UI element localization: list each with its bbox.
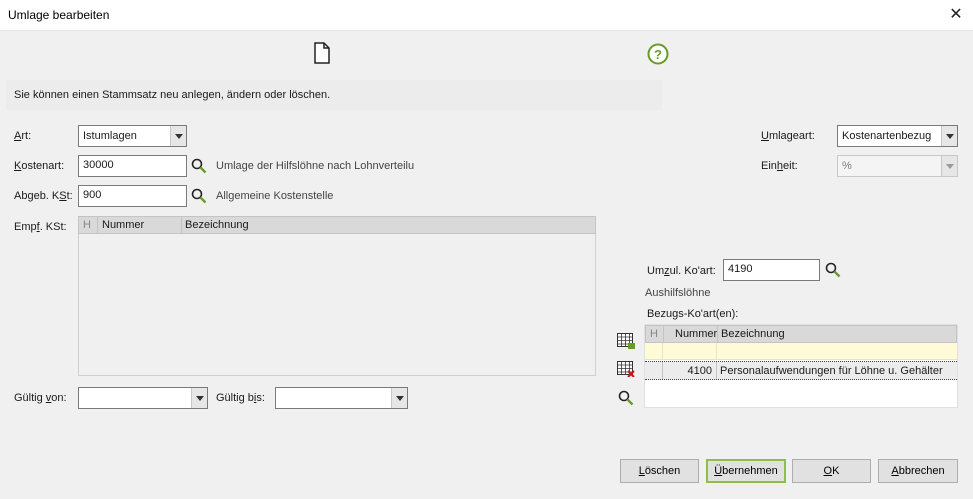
einheit-label: Einheit: xyxy=(761,160,798,172)
column-header-bezeichnung[interactable]: Bezeichnung xyxy=(721,328,785,340)
column-header-h[interactable]: H xyxy=(650,328,658,340)
empf-kst-grid[interactable] xyxy=(78,216,596,376)
close-icon[interactable]: ✕ xyxy=(944,4,968,26)
column-header-h[interactable]: H xyxy=(83,219,91,231)
ok-button[interactable]: OK xyxy=(792,459,871,483)
abbrechen-button[interactable]: Abbrechen xyxy=(878,459,958,483)
svg-text:?: ? xyxy=(654,47,662,62)
gueltig-von-select[interactable] xyxy=(78,387,208,409)
search-icon[interactable] xyxy=(825,262,841,278)
kostenart-input[interactable]: 30000 xyxy=(78,155,187,177)
search-icon[interactable] xyxy=(191,188,207,204)
bezugs-koart-label: Bezugs-Ko'art(en): xyxy=(647,308,739,320)
table-row[interactable] xyxy=(645,343,957,360)
column-header-nummer[interactable]: Nummer xyxy=(102,219,144,231)
umlageart-select-value: Kostenartenbezug xyxy=(842,130,932,142)
einheit-select-value: % xyxy=(842,160,852,172)
gueltig-von-label: Gültig von: xyxy=(14,392,67,404)
chevron-down-icon[interactable] xyxy=(170,126,186,146)
abgeb-kst-input[interactable]: 900 xyxy=(78,185,187,207)
chevron-down-icon[interactable] xyxy=(191,388,207,408)
abgeb-kst-label: Abgeb. KSt: xyxy=(14,190,73,202)
info-text: Sie können einen Stammsatz neu anlegen, … xyxy=(14,89,331,101)
umzul-koart-label: Umzul. Ko'art: xyxy=(647,265,716,277)
bezugs-grid-header: H Nummer Bezeichnung xyxy=(645,325,957,343)
bezugs-grid[interactable]: H Nummer Bezeichnung 4100 Personalaufwen… xyxy=(644,324,958,408)
einheit-select: % xyxy=(837,155,958,177)
kostenart-label: Kostenart: xyxy=(14,160,65,172)
gueltig-bis-select[interactable] xyxy=(275,387,408,409)
gueltig-bis-label: Gültig bis: xyxy=(216,392,265,404)
chevron-down-icon[interactable] xyxy=(391,388,407,408)
chevron-down-icon xyxy=(941,156,957,176)
empf-kst-grid-header: H Nummer Bezeichnung xyxy=(78,216,596,234)
table-row[interactable]: 4100 Personalaufwendungen für Löhne u. G… xyxy=(645,361,957,380)
window-title: Umlage bearbeiten xyxy=(8,8,110,22)
umzul-koart-description: Aushilfslöhne xyxy=(645,287,711,299)
new-document-icon[interactable] xyxy=(312,42,332,64)
art-select-value: Istumlagen xyxy=(83,130,137,142)
abgeb-kst-description: Allgemeine Kostenstelle xyxy=(216,190,334,202)
art-label: Art: xyxy=(14,130,32,142)
umzul-koart-input[interactable]: 4190 xyxy=(723,259,820,281)
table-cell-nummer: 4100 xyxy=(687,365,712,377)
add-row-icon[interactable] xyxy=(617,333,635,349)
kostenart-description: Umlage der Hilfslöhne nach Lohnverteilu xyxy=(216,160,415,172)
search-icon[interactable] xyxy=(191,158,207,174)
umlageart-select[interactable]: Kostenartenbezug xyxy=(837,125,958,147)
uebernehmen-button[interactable]: Übernehmen xyxy=(706,459,786,483)
umlageart-label: Umlageart: xyxy=(761,130,815,142)
help-icon[interactable]: ? xyxy=(647,43,669,65)
table-cell-bezeichnung: Personalaufwendungen für Löhne u. Gehält… xyxy=(720,365,943,377)
empf-kst-label: Empf. KSt: xyxy=(14,221,67,233)
art-select[interactable]: Istumlagen xyxy=(78,125,187,147)
loeschen-button[interactable]: Löschen xyxy=(620,459,699,483)
search-icon[interactable] xyxy=(618,390,634,406)
column-header-bezeichnung[interactable]: Bezeichnung xyxy=(185,219,249,231)
chevron-down-icon[interactable] xyxy=(941,126,957,146)
column-header-nummer[interactable]: Nummer xyxy=(675,328,717,340)
title-bar xyxy=(0,0,973,31)
delete-row-icon[interactable] xyxy=(617,361,635,378)
